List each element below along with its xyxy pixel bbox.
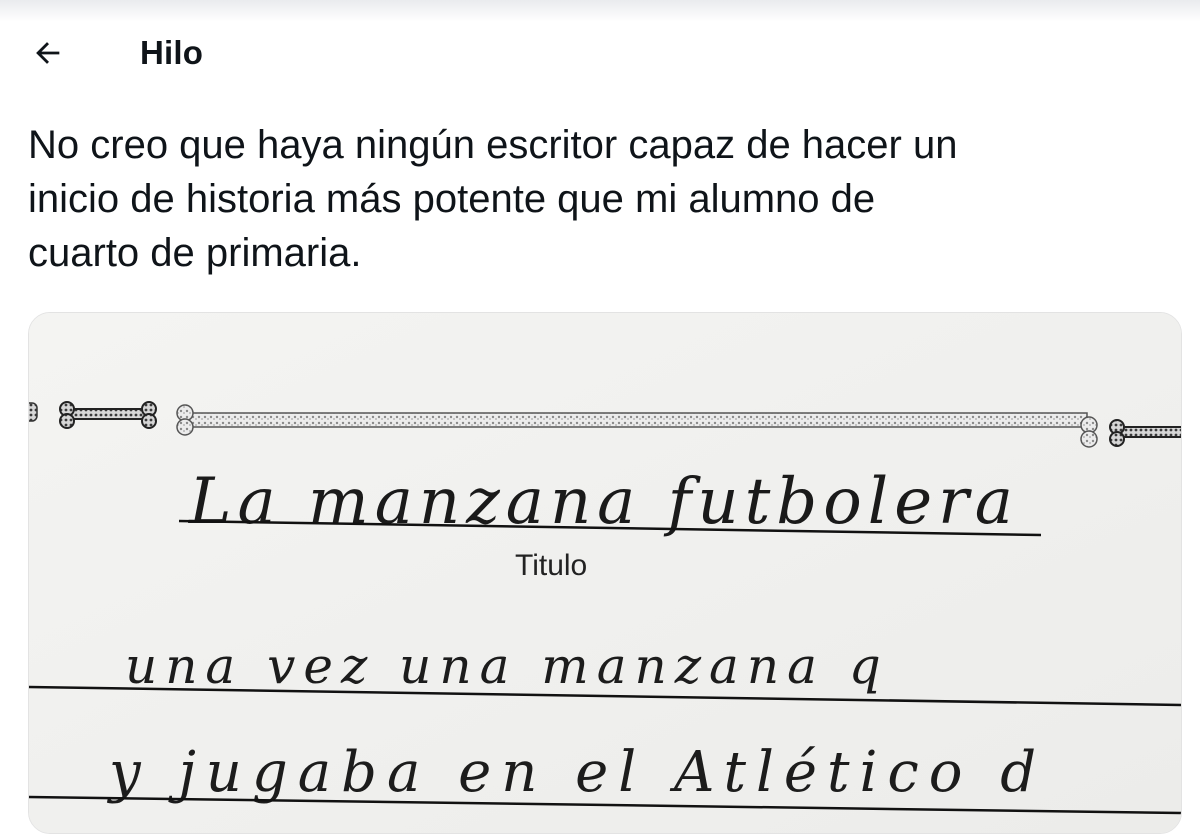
post-text-line: No creo que haya ningún escritor capaz d… xyxy=(28,123,958,167)
post-text-line: cuarto de primaria. xyxy=(28,231,362,275)
printed-title-label: Titulo xyxy=(515,549,587,582)
arrow-left-icon xyxy=(36,42,60,64)
post-text-line: inicio de historia más potente que mi al… xyxy=(28,177,876,221)
thread-header: Hilo xyxy=(0,22,1200,84)
handwritten-line: una vez una manzana q xyxy=(125,637,889,695)
page-title: Hilo xyxy=(140,34,204,71)
notebook-photo: La manzana futbolera Titulo una vez una … xyxy=(29,313,1181,833)
post-image[interactable]: La manzana futbolera Titulo una vez una … xyxy=(28,312,1182,834)
post-text: No creo que haya ningún escritor capaz d… xyxy=(28,118,1168,280)
handwritten-line: y jugaba en el Atlético d xyxy=(106,740,1046,805)
top-status-fade xyxy=(0,0,1200,22)
back-button[interactable] xyxy=(24,32,72,74)
